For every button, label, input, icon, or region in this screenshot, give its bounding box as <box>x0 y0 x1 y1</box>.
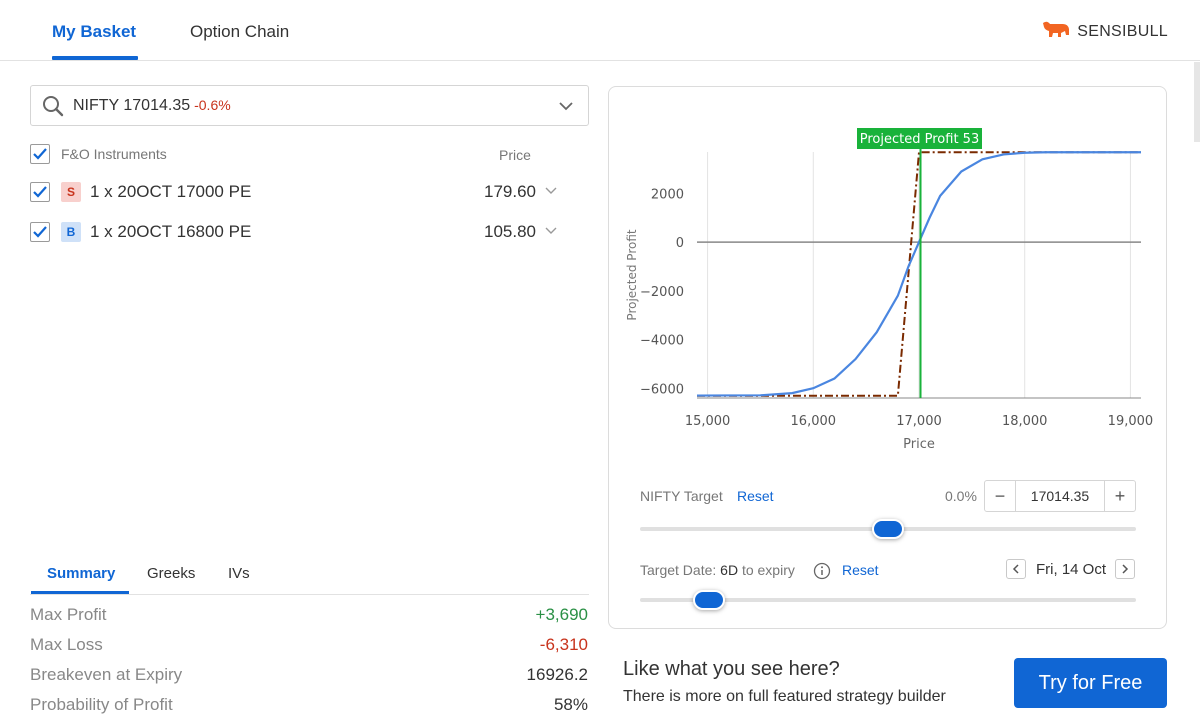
max-loss-value: -6,310 <box>539 635 588 654</box>
probability-value: 58% <box>553 695 588 714</box>
target-stepper: − 17014.35 + <box>984 480 1136 512</box>
x-tick-label: 19,000 <box>1108 414 1154 429</box>
chevron-left-icon[interactable] <box>1006 559 1026 579</box>
target-date-value: Fri, 14 Oct <box>1036 561 1107 578</box>
x-tick-label: 17,000 <box>896 414 942 429</box>
x-tick-label: 16,000 <box>791 414 837 429</box>
tab-summary[interactable]: Summary <box>47 565 115 582</box>
tab-ivs[interactable]: IVs <box>228 565 250 582</box>
info-icon[interactable] <box>813 562 831 585</box>
target-label: NIFTY Target <box>640 488 723 504</box>
target-reset-link[interactable]: Reset <box>737 488 774 504</box>
minus-icon[interactable]: − <box>985 481 1015 511</box>
target-percent: 0.0% <box>945 488 977 504</box>
y-tick-label: 2000 <box>651 187 684 202</box>
days-to-expiry: 6D <box>720 562 739 578</box>
y-tick-label: 0 <box>676 236 684 251</box>
payoff-chart[interactable]: 15,000 16,000 17,000 18,000 19,000 2000 0 −2000… <box>0 0 1200 470</box>
divider <box>30 594 589 595</box>
active-subtab-indicator <box>31 591 129 594</box>
tab-greeks[interactable]: Greeks <box>147 565 195 582</box>
max-loss-label: Max Loss <box>30 635 103 654</box>
x-axis-label: Price <box>903 437 935 452</box>
probability-label: Probability of Profit <box>30 695 173 714</box>
try-for-free-button[interactable]: Try for Free <box>1014 658 1167 708</box>
date-reset-link[interactable]: Reset <box>842 562 879 578</box>
breakeven-value: 16926.2 <box>526 665 588 684</box>
y-tick-label: −6000 <box>640 382 684 397</box>
breakeven-label: Breakeven at Expiry <box>30 665 183 684</box>
date-label: Target Date: 6D to expiry <box>640 562 795 578</box>
target-slider-thumb[interactable] <box>872 519 904 539</box>
target-value-input[interactable]: 17014.35 <box>1015 481 1105 511</box>
promo-subtitle: There is more on full featured strategy … <box>623 688 946 705</box>
y-tick-label: −4000 <box>640 334 684 349</box>
date-slider-thumb[interactable] <box>693 590 726 610</box>
y-tick-label: −2000 <box>640 285 684 300</box>
promo-title: Like what you see here? <box>623 658 840 680</box>
chevron-right-icon[interactable] <box>1115 559 1135 579</box>
max-profit-value: +3,690 <box>535 605 588 624</box>
x-tick-label: 18,000 <box>1002 414 1048 429</box>
x-tick-label: 15,000 <box>685 414 731 429</box>
y-axis-label: Projected Profit <box>625 229 639 320</box>
max-profit-label: Max Profit <box>30 605 107 624</box>
plus-icon[interactable]: + <box>1105 481 1135 511</box>
marker-label: Projected Profit 53 <box>860 132 979 147</box>
